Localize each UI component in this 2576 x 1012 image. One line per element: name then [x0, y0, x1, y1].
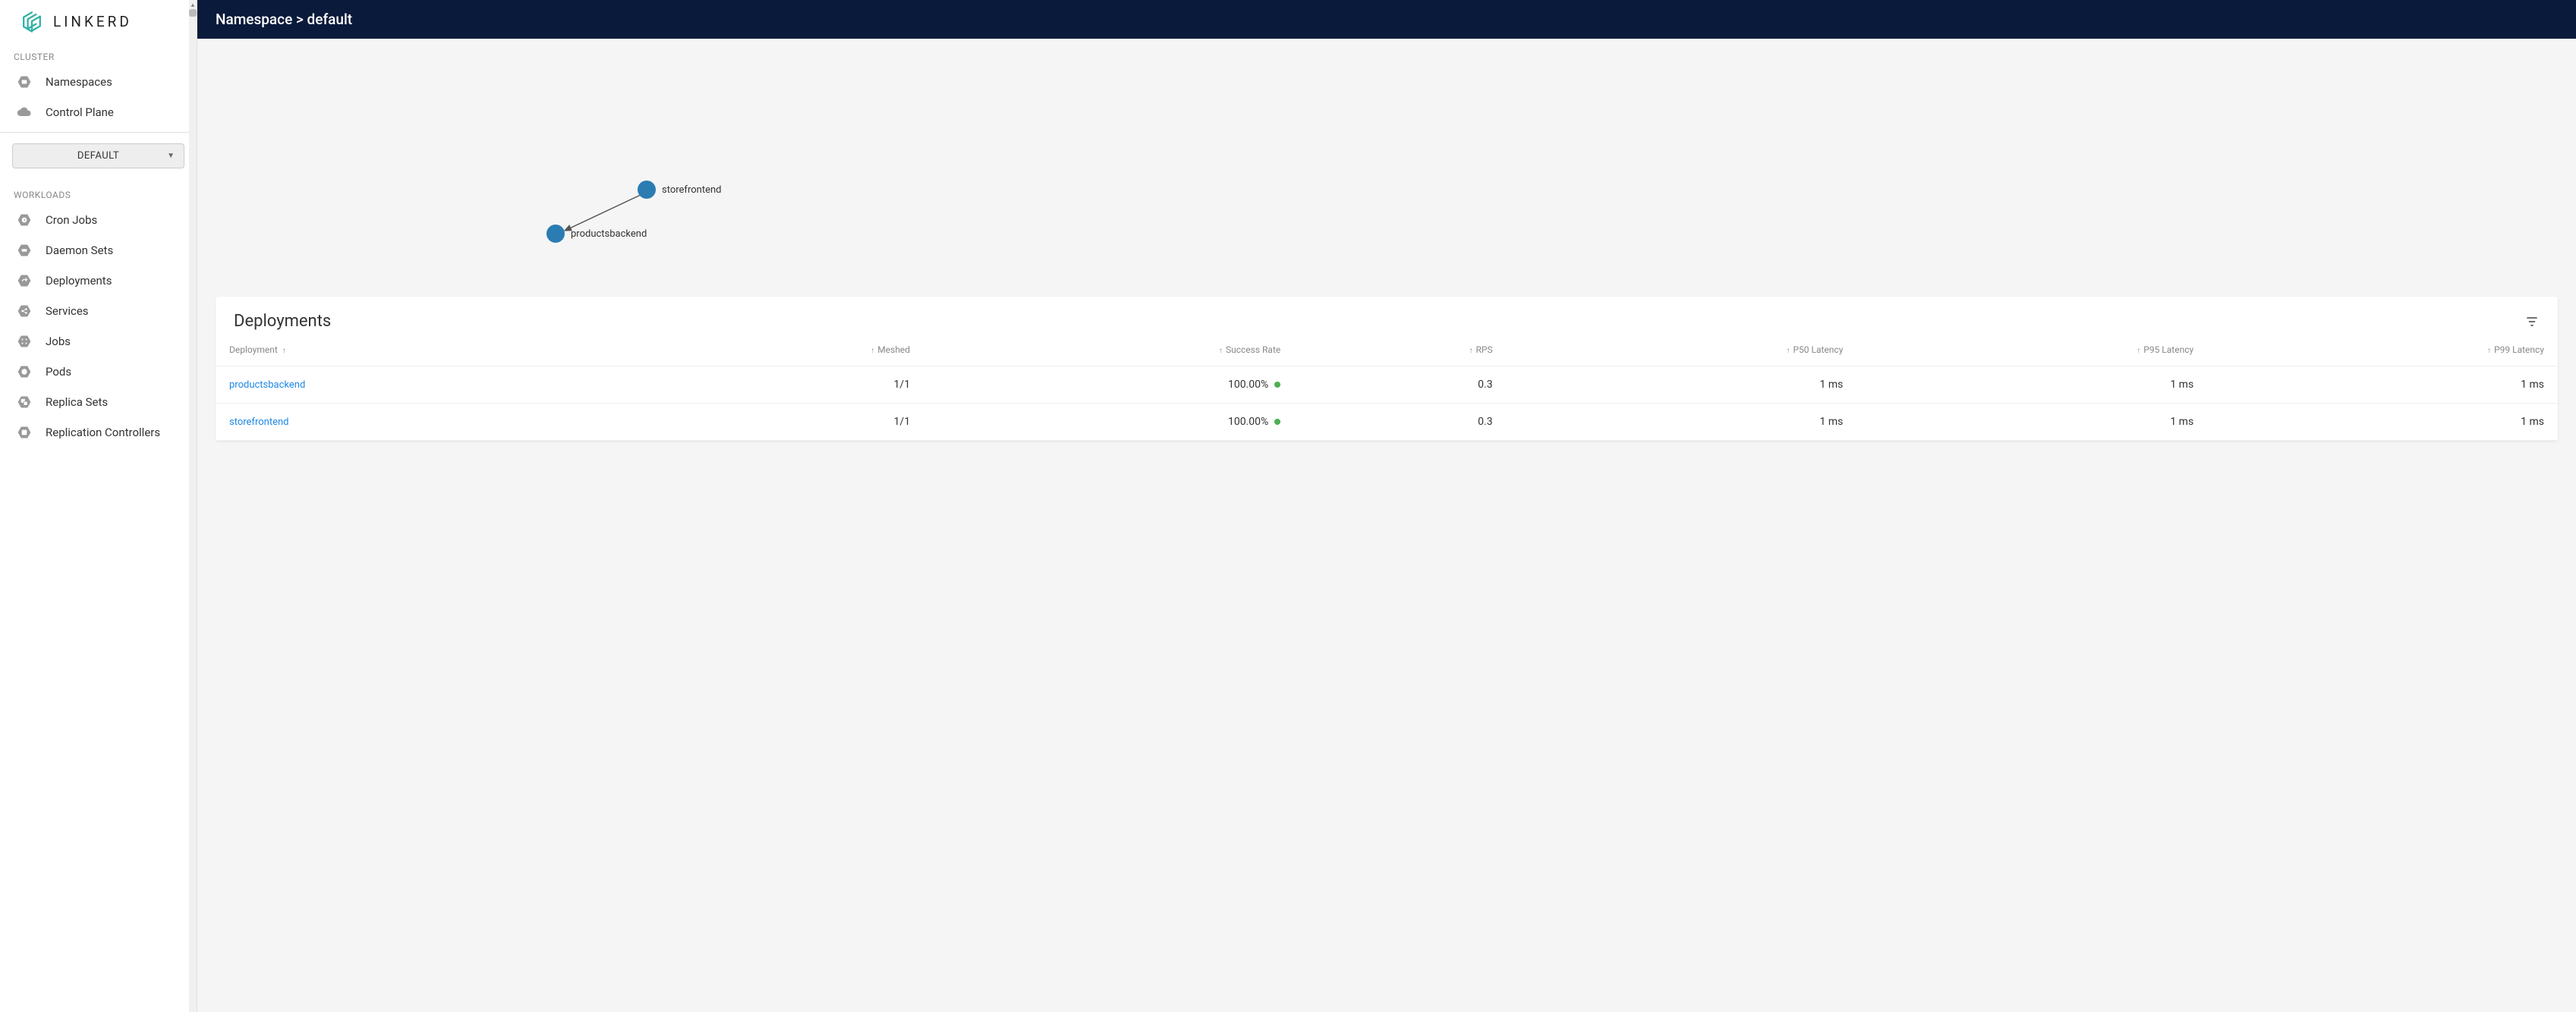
service-icon [17, 303, 32, 319]
sidebar-item-daemon-sets[interactable]: Daemon Sets [0, 235, 197, 266]
nav-label: Services [46, 304, 89, 318]
col-rps[interactable]: ↑RPS [1294, 334, 1506, 366]
nav-label: Daemon Sets [46, 244, 113, 257]
success-dot-icon [1274, 382, 1280, 388]
sort-up-icon: ↑ [1219, 347, 1223, 355]
logo[interactable]: LINKERD [0, 0, 197, 41]
cell-meshed: 1/1 [647, 404, 924, 441]
node-circle-icon [546, 225, 565, 243]
sidebar-item-control-plane[interactable]: Control Plane [0, 97, 197, 127]
namespace-select-value: DEFAULT [77, 150, 119, 162]
sort-up-icon: ↑ [871, 347, 874, 355]
cell-p95: 1 ms [1856, 404, 2207, 441]
col-p95[interactable]: ↑P95 Latency [1856, 334, 2207, 366]
sidebar-item-services[interactable]: Services [0, 296, 197, 326]
deployment-link[interactable]: productsbackend [229, 379, 305, 391]
nav-label: Replica Sets [46, 395, 108, 409]
cloud-icon [17, 105, 32, 120]
cell-rps: 0.3 [1294, 404, 1506, 441]
sort-up-icon: ↑ [2487, 347, 2491, 355]
pod-icon [17, 364, 32, 379]
sidebar-item-replication-controllers[interactable]: Replication Controllers [0, 417, 197, 448]
nav-label: Namespaces [46, 75, 112, 89]
topbar: Namespace > default [197, 0, 2576, 39]
sidebar-item-cron-jobs[interactable]: Cron Jobs [0, 205, 197, 235]
col-deployment[interactable]: Deployment↑ [216, 334, 647, 366]
sort-up-icon: ↑ [2137, 347, 2140, 355]
divider [0, 132, 197, 133]
job-icon [17, 334, 32, 349]
repl-icon [17, 425, 32, 440]
cell-success-rate: 100.00% [924, 366, 1294, 404]
sidebar-item-namespaces[interactable]: Namespaces [0, 67, 197, 97]
col-p50[interactable]: ↑P50 Latency [1507, 334, 1857, 366]
deployments-card: Deployments Deployment↑ ↑Meshed ↑Success… [216, 297, 2558, 441]
namespace-select[interactable]: DEFAULT ▼ [12, 143, 184, 168]
col-p99[interactable]: ↑P99 Latency [2207, 334, 2558, 366]
sort-up-icon: ↑ [1786, 347, 1790, 355]
sort-up-icon: ↑ [282, 347, 286, 355]
deployments-title: Deployments [234, 312, 331, 331]
topology-graph[interactable]: storefrontend productsbackend [197, 39, 2576, 297]
cell-p95: 1 ms [1856, 366, 2207, 404]
table-row: storefrontend1/1100.00%0.31 ms1 ms1 ms [216, 404, 2558, 441]
workloads-section-label: WORKLOADS [0, 179, 197, 205]
sidebar-item-replica-sets[interactable]: Replica Sets [0, 387, 197, 417]
namespace-icon [17, 74, 32, 90]
nav-label: Pods [46, 365, 71, 379]
deployment-link[interactable]: storefrontend [229, 416, 288, 428]
cell-meshed: 1/1 [647, 366, 924, 404]
scroll-up-arrow[interactable]: ▲ [189, 0, 197, 9]
nav-label: Cron Jobs [46, 213, 97, 227]
nav-label: Replication Controllers [46, 426, 160, 439]
cell-p99: 1 ms [2207, 366, 2558, 404]
graph-node[interactable]: storefrontend [638, 181, 721, 199]
cell-p50: 1 ms [1507, 366, 1857, 404]
cell-rps: 0.3 [1294, 366, 1506, 404]
sort-up-icon: ↑ [1469, 347, 1473, 355]
sidebar-item-jobs[interactable]: Jobs [0, 326, 197, 357]
sidebar-item-pods[interactable]: Pods [0, 357, 197, 387]
sidebar-item-deployments[interactable]: Deployments [0, 266, 197, 296]
success-dot-icon [1274, 419, 1280, 425]
sidebar: LINKERD CLUSTER NamespacesControl Plane … [0, 0, 197, 1012]
logo-text: LINKERD [53, 13, 132, 30]
chevron-down-icon: ▼ [167, 152, 175, 160]
cluster-section-label: CLUSTER [0, 41, 197, 67]
cron-icon [17, 212, 32, 228]
breadcrumb: Namespace > default [216, 11, 352, 28]
replica-icon [17, 394, 32, 410]
table-row: productsbackend1/1100.00%0.31 ms1 ms1 ms [216, 366, 2558, 404]
cell-p50: 1 ms [1507, 404, 1857, 441]
node-label: productsbackend [571, 228, 647, 240]
linkerd-logo-icon [18, 8, 46, 35]
col-success-rate[interactable]: ↑Success Rate [924, 334, 1294, 366]
col-meshed[interactable]: ↑Meshed [647, 334, 924, 366]
node-circle-icon [638, 181, 656, 199]
main: Namespace > default storefrontend product… [197, 0, 2576, 1012]
cell-success-rate: 100.00% [924, 404, 1294, 441]
nav-label: Control Plane [46, 105, 114, 119]
daemon-icon [17, 243, 32, 258]
nav-label: Deployments [46, 274, 112, 288]
cell-p99: 1 ms [2207, 404, 2558, 441]
graph-edge [197, 39, 2576, 297]
cell-deployment: storefrontend [216, 404, 647, 441]
filter-icon[interactable] [2524, 314, 2540, 329]
scroll-thumb[interactable] [189, 9, 197, 17]
graph-node[interactable]: productsbackend [546, 225, 647, 243]
sidebar-scrollbar[interactable]: ▲ [189, 0, 197, 1012]
deploy-icon [17, 273, 32, 288]
nav-label: Jobs [46, 335, 71, 348]
node-label: storefrontend [662, 184, 721, 196]
cell-deployment: productsbackend [216, 366, 647, 404]
deployments-table: Deployment↑ ↑Meshed ↑Success Rate ↑RPS ↑… [216, 334, 2558, 441]
